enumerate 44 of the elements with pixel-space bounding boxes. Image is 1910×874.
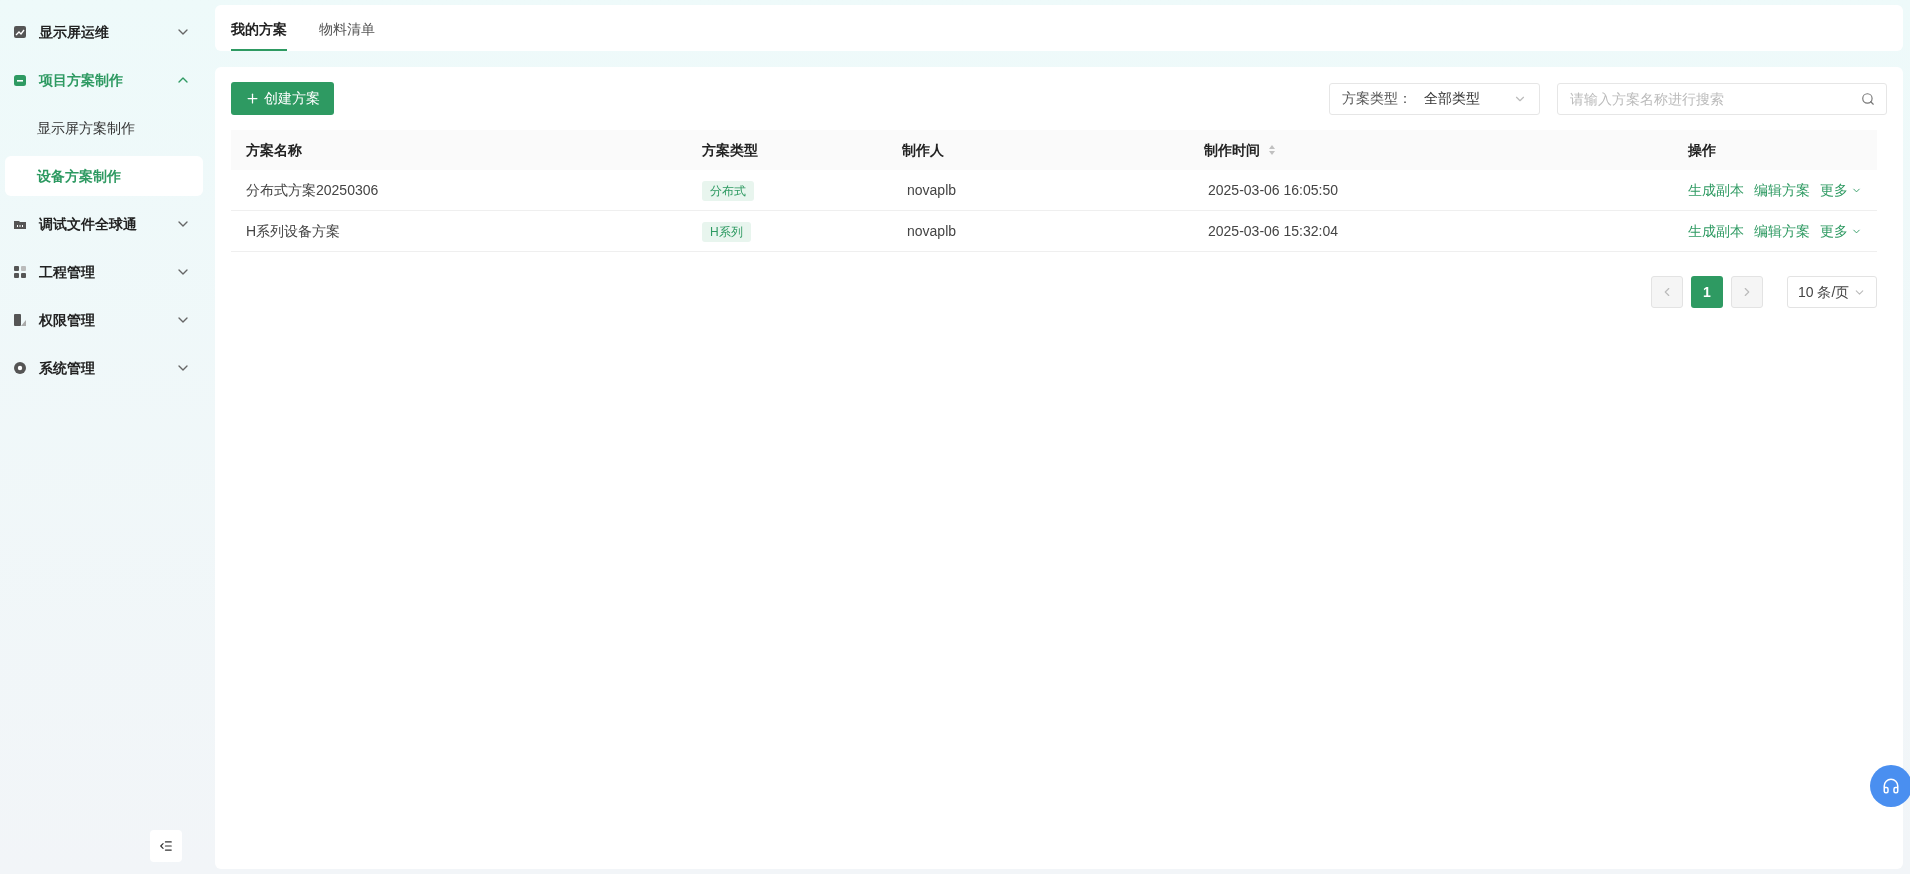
column-header: 操作 xyxy=(1688,140,1716,160)
more-menu-link[interactable]: 更多 xyxy=(1820,179,1862,201)
menu-item[interactable]: 调试文件全球通 xyxy=(5,200,203,248)
action-link[interactable]: 编辑方案 xyxy=(1754,179,1810,201)
action-link[interactable]: 生成副本 xyxy=(1688,179,1744,201)
type-select[interactable]: 方案类型： 全部类型 xyxy=(1329,82,1540,115)
tab[interactable]: 我的方案 xyxy=(231,10,287,51)
table-cell: 2025-03-06 16:05:50 xyxy=(1208,181,1338,198)
type-tag: H系列 xyxy=(702,221,751,242)
collapse-sidebar-button[interactable] xyxy=(150,830,182,862)
search-icon[interactable] xyxy=(1861,91,1875,106)
menu-item[interactable]: 显示屏运维 xyxy=(5,8,203,56)
table-cell: 分布式方案20250306 xyxy=(246,181,379,198)
create-plan-button[interactable]: 创建方案 xyxy=(231,82,334,115)
table-cell: novaplb xyxy=(907,222,957,239)
collapse-icon xyxy=(159,839,173,853)
tab[interactable]: 物料清单 xyxy=(319,10,375,51)
grid-icon xyxy=(13,265,27,279)
type-tag: 分布式 xyxy=(702,180,754,201)
gear-icon xyxy=(13,361,27,375)
table-cell: H系列设备方案 xyxy=(246,222,341,239)
submenu-item[interactable]: 显示屏方案制作 xyxy=(5,108,203,148)
column-header: 方案名称 xyxy=(246,140,302,160)
action-link[interactable]: 编辑方案 xyxy=(1754,220,1810,242)
submenu-item[interactable]: 设备方案制作 xyxy=(5,156,203,196)
column-header: 制作时间 xyxy=(1204,140,1260,160)
menu-item[interactable]: 系统管理 xyxy=(5,344,203,392)
search-field[interactable]: 请输入方案名称进行搜索 xyxy=(1557,82,1887,115)
permission-icon xyxy=(13,313,27,327)
table-cell: 2025-03-06 15:32:04 xyxy=(1208,222,1338,239)
chart-icon xyxy=(13,25,27,39)
sort-icon[interactable] xyxy=(1268,144,1276,156)
page-number-button[interactable]: 1 xyxy=(1691,276,1723,308)
more-menu-link[interactable]: 更多 xyxy=(1820,220,1862,242)
plus-icon xyxy=(245,91,260,106)
headset-icon xyxy=(1882,777,1900,795)
table-cell: novaplb xyxy=(907,181,957,198)
menu-item[interactable]: 工程管理 xyxy=(5,248,203,296)
page-size-select[interactable]: 10 条/页 xyxy=(1787,276,1877,308)
column-header: 方案类型 xyxy=(702,140,758,160)
column-header: 制作人 xyxy=(902,140,944,160)
briefcase-icon xyxy=(13,73,27,87)
menu-item[interactable]: 权限管理 xyxy=(5,296,203,344)
action-link[interactable]: 生成副本 xyxy=(1688,220,1744,242)
